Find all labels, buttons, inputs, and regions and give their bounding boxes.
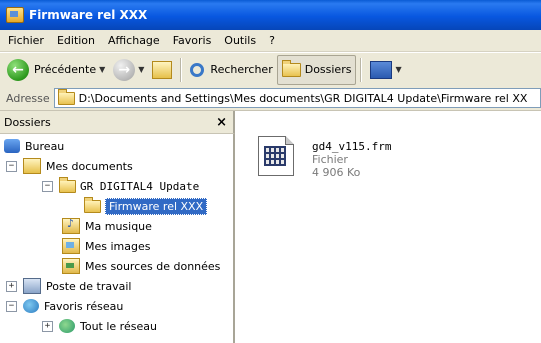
forward-button[interactable]: → ▼ [109, 56, 148, 84]
tree-item-label-selected: Firmware rel XXX [105, 197, 208, 215]
tree-item-label: Favoris réseau [44, 299, 124, 313]
tree-item-bureau[interactable]: Bureau [4, 136, 64, 156]
close-icon[interactable]: × [216, 115, 227, 130]
address-path: D:\Documents and Settings\Mes documents\… [78, 91, 528, 105]
toolbar-separator [180, 57, 183, 82]
tree-item-label: Poste de travail [46, 279, 132, 293]
views-button[interactable]: ▼ [366, 56, 405, 84]
desktop-icon [4, 139, 20, 153]
menu-affichage[interactable]: Affichage [108, 34, 160, 47]
music-folder-icon [62, 217, 80, 234]
expand-icon[interactable]: + [6, 280, 17, 292]
tree-item-label: Bureau [25, 139, 65, 153]
expand-icon[interactable]: + [42, 320, 53, 332]
tree-item-label: GR DIGITAL4 Update [80, 179, 200, 193]
tree-item-firmware-rel-xxx[interactable]: Firmware rel XXX [84, 196, 208, 216]
up-folder-icon [152, 60, 173, 79]
open-folder-icon [84, 196, 101, 213]
tree-item-label: Ma musique [85, 219, 152, 233]
up-folder-button[interactable] [148, 56, 176, 84]
back-button[interactable]: ← Précédente ▼ [3, 56, 109, 84]
file-item[interactable]: gd4_v115.frm Fichier 4 906 Ko [312, 140, 391, 179]
tree-item-gr-digital4-update[interactable]: − GR DIGITAL4 Update [42, 176, 199, 196]
collapse-icon[interactable]: − [6, 160, 17, 172]
folders-tree: Bureau − Mes documents − GR DIGITAL4 Upd… [0, 134, 235, 343]
data-sources-folder-icon [62, 258, 80, 274]
menu-outils[interactable]: Outils [224, 34, 256, 47]
folder-icon [57, 89, 75, 105]
tree-item-mes-images[interactable]: Mes images [62, 236, 150, 256]
folders-panel-header: Dossiers × [0, 111, 235, 134]
chevron-down-icon[interactable]: ▼ [395, 65, 401, 74]
toolbar: ← Précédente ▼ → ▼ Rechercher Dossiers ▼ [0, 52, 541, 87]
folder-icon [59, 176, 76, 193]
search-icon [190, 62, 205, 77]
computer-icon [23, 278, 41, 294]
chevron-down-icon[interactable]: ▼ [138, 65, 144, 74]
toolbar-separator [360, 57, 363, 82]
tree-item-label: Mes documents [46, 159, 133, 173]
collapse-icon[interactable]: − [42, 180, 53, 192]
tree-item-label: Mes images [85, 239, 151, 253]
window-title: Firmware rel XXX [29, 8, 148, 22]
tree-item-poste-de-travail[interactable]: + Poste de travail [6, 276, 131, 296]
documents-folder-icon [23, 158, 41, 174]
chevron-down-icon[interactable]: ▼ [99, 65, 105, 74]
file-name: gd4_v115.frm [312, 140, 392, 153]
folders-button-label: Dossiers [304, 63, 352, 76]
folder-window-icon [6, 7, 24, 23]
folders-button[interactable]: Dossiers [276, 54, 357, 85]
menu-fichier[interactable]: Fichier [8, 34, 44, 47]
address-label: Adresse [6, 91, 50, 105]
back-button-label: Précédente [34, 63, 97, 76]
entire-network-icon [59, 319, 75, 333]
forward-arrow-icon: → [113, 58, 136, 81]
menu-favoris[interactable]: Favoris [173, 34, 212, 47]
collapse-icon[interactable]: − [6, 300, 17, 312]
back-arrow-icon: ← [7, 58, 29, 81]
tree-item-mes-documents[interactable]: − Mes documents [6, 156, 133, 176]
search-button-label: Rechercher [210, 63, 273, 76]
tree-item-tout-le-reseau[interactable]: + Tout le réseau [42, 316, 157, 336]
folders-icon [281, 59, 301, 77]
views-icon [370, 60, 393, 79]
folders-panel-title: Dossiers [4, 115, 51, 129]
pictures-folder-icon [62, 238, 80, 254]
file-type: Fichier [312, 153, 348, 166]
tree-item-label: Tout le réseau [80, 319, 157, 333]
address-bar: Adresse D:\Documents and Settings\Mes do… [0, 86, 541, 111]
file-icon[interactable] [258, 136, 294, 176]
menu-help[interactable]: ? [269, 34, 275, 47]
search-button[interactable]: Rechercher [186, 56, 276, 84]
menu-bar: Fichier Edition Affichage Favoris Outils… [0, 30, 541, 52]
tree-item-favoris-reseau[interactable]: − Favoris réseau [6, 296, 123, 316]
menu-edition[interactable]: Edition [57, 34, 95, 47]
file-size: 4 906 Ko [312, 166, 361, 179]
title-bar[interactable]: Firmware rel XXX [0, 0, 541, 30]
tree-item-mes-sources-de-donnees[interactable]: Mes sources de données [62, 256, 220, 276]
tree-item-ma-musique[interactable]: Ma musique [62, 216, 152, 236]
network-places-icon [23, 299, 39, 313]
tree-item-label: Mes sources de données [85, 259, 221, 273]
file-icon-grid [264, 146, 286, 166]
address-field[interactable]: D:\Documents and Settings\Mes documents\… [53, 88, 541, 108]
